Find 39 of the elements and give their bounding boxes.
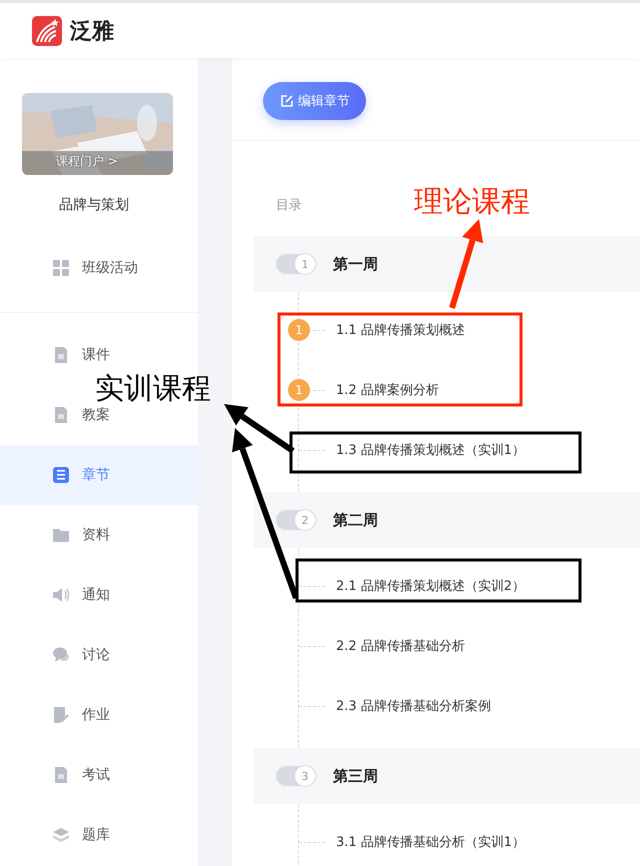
lesson-link[interactable]: 3.1 品牌传播基础分析（实训1） — [336, 833, 526, 851]
sidebar-item[interactable]: 通知 — [52, 586, 110, 604]
sidebar-item[interactable]: 题库 — [52, 826, 110, 844]
week-header[interactable]: 2 第二周 — [254, 492, 640, 548]
logo-icon — [32, 16, 62, 46]
lesson-link[interactable]: 2.2 品牌传播基础分析 — [336, 637, 465, 655]
toc-label: 目录 — [276, 197, 302, 215]
document-icon — [52, 406, 70, 424]
week-header[interactable]: 1 第一周 — [254, 236, 640, 292]
annotation-label: 理论课程 — [414, 184, 530, 218]
sidebar-item[interactable]: 讨论 — [52, 646, 110, 664]
lesson-link[interactable]: 2.1 品牌传播策划概述（实训2） — [336, 577, 526, 595]
sidebar-item[interactable]: 班级活动 — [52, 259, 138, 277]
sidebar-item[interactable]: 资料 — [52, 526, 110, 544]
document-icon — [52, 766, 70, 784]
lesson-link[interactable]: 1.3 品牌传播策划概述（实训1） — [336, 441, 526, 459]
chat-icon — [52, 646, 70, 664]
count-badge: 1 — [288, 379, 310, 401]
annotation-label: 实训课程 — [95, 371, 211, 405]
sidebar-item[interactable]: 考试 — [52, 766, 110, 784]
brand-name: 泛雅 — [70, 18, 114, 46]
course-name: 品牌与策划 — [58, 196, 130, 215]
grid-icon — [52, 259, 70, 277]
sidebar-item[interactable]: 教案 — [52, 406, 110, 424]
folder-icon — [52, 526, 70, 544]
week-header[interactable]: 3 第三周 — [254, 748, 640, 804]
sidebar-item[interactable]: 作业 — [52, 706, 110, 724]
layers-icon — [52, 826, 70, 844]
edit-icon — [281, 95, 293, 107]
list-icon — [52, 466, 70, 484]
lesson-link[interactable]: 1.1 品牌传播策划概述 — [336, 321, 465, 339]
count-badge: 1 — [288, 319, 310, 341]
lesson-link[interactable]: 2.3 品牌传播基础分析案例 — [336, 697, 491, 715]
document-icon — [52, 346, 70, 364]
document-pencil-icon — [52, 706, 70, 724]
edit-chapter-button[interactable]: 编辑章节 — [263, 82, 366, 120]
lesson-link[interactable]: 1.2 品牌案例分析 — [336, 381, 439, 399]
speaker-icon — [52, 586, 70, 604]
sidebar-item[interactable]: 课件 — [52, 346, 110, 364]
